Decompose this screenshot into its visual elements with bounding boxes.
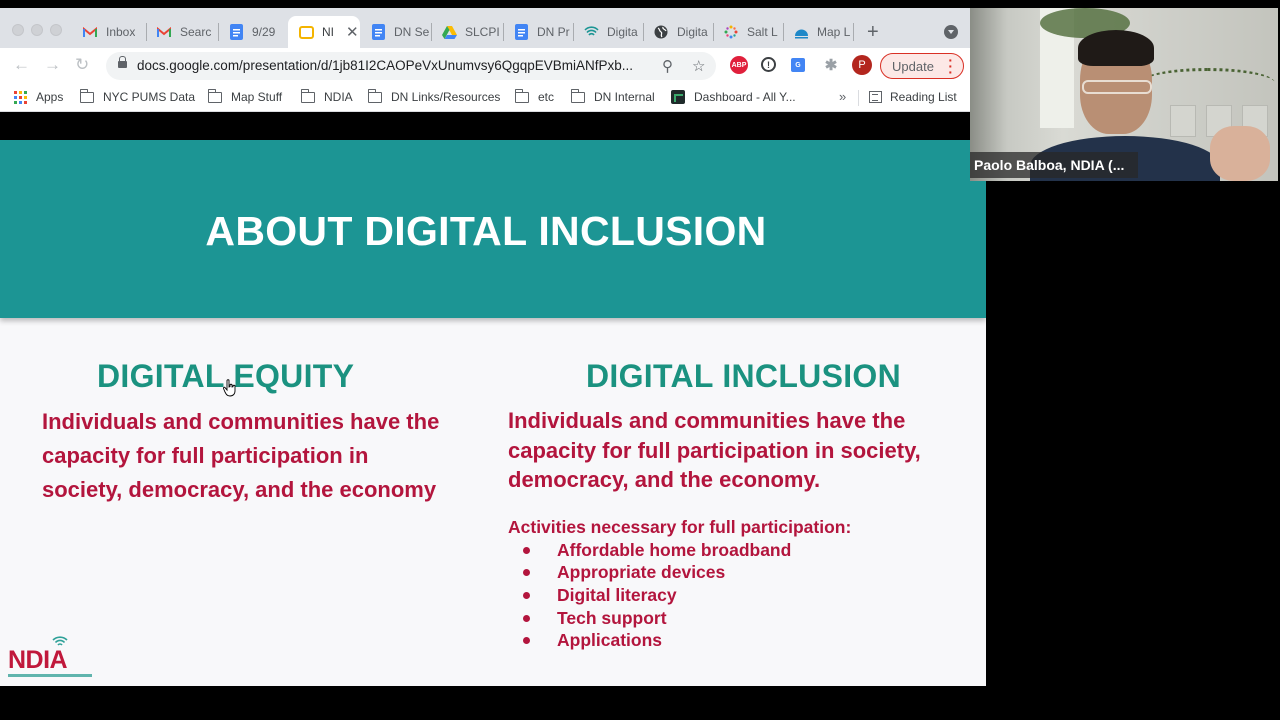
search-icon[interactable]: ⚲	[662, 57, 673, 75]
tab-9-29[interactable]: 9/29	[218, 16, 288, 48]
wifi-icon	[52, 636, 68, 646]
back-button[interactable]: ←	[13, 56, 30, 74]
logo-tagline	[8, 674, 92, 677]
google-docs-icon	[513, 24, 529, 40]
profile-avatar[interactable]: P	[852, 55, 872, 75]
bullet-icon	[523, 591, 530, 599]
activities-list: Affordable home broadband Appropriate de…	[521, 539, 791, 652]
video-picture-frame	[1170, 105, 1196, 137]
gmail-icon	[156, 24, 172, 40]
digital-inclusion-heading: DIGITAL INCLUSION	[586, 358, 902, 394]
bullet-icon	[523, 637, 530, 645]
video-person-glasses	[1082, 80, 1152, 94]
presentation-slide[interactable]: ABOUT DIGITAL INCLUSION DIGITAL EQUITY I…	[0, 140, 986, 686]
folder-icon	[515, 88, 529, 103]
digital-inclusion-definition: Individuals and communities have the cap…	[508, 408, 921, 492]
list-item: Appropriate devices	[521, 562, 791, 585]
tab-digita-1[interactable]: Digita	[573, 16, 643, 48]
tab-inbox[interactable]: Inbox	[72, 16, 146, 48]
hand-pointer-cursor-icon	[223, 379, 236, 397]
tab-digita-2[interactable]: Digita	[643, 16, 713, 48]
bookmarks-separator	[858, 90, 859, 106]
altru-icon	[793, 24, 809, 40]
minimize-window-button[interactable]	[31, 24, 43, 36]
tab-active-slides[interactable]: NI ✕	[288, 16, 360, 48]
reading-list-button[interactable]: Reading List	[869, 90, 957, 104]
video-person-hair	[1078, 30, 1154, 66]
extensions-puzzle-icon[interactable]: ✱	[822, 56, 840, 74]
bookmarks-bar: Apps NYC PUMS Data Map Stuff NDIA DN Lin…	[0, 84, 970, 112]
tab-map-l[interactable]: Map L	[783, 16, 853, 48]
tab-search[interactable]: Searc	[146, 16, 218, 48]
browser-window: Inbox Searc 9/29 NI ✕ DN Se SLCPI DN Pr …	[0, 8, 970, 112]
folder-icon	[301, 88, 315, 103]
bookmark-dn-links[interactable]: DN Links/Resources	[368, 88, 500, 104]
reading-list-icon	[869, 91, 882, 103]
google-translate-icon[interactable]: G	[791, 58, 805, 72]
dashboard-icon	[671, 90, 685, 104]
activities-heading: Activities necessary for full participat…	[508, 517, 852, 537]
bullet-icon	[523, 546, 530, 554]
forward-button[interactable]: →	[44, 56, 61, 74]
bookmark-dn-internal[interactable]: DN Internal	[571, 88, 655, 104]
bullet-icon	[523, 569, 530, 577]
slide-title: ABOUT DIGITAL INCLUSION	[205, 208, 767, 254]
more-menu-icon[interactable]: · · ·	[948, 53, 953, 79]
close-window-button[interactable]	[12, 24, 24, 36]
url-text[interactable]: docs.google.com/presentation/d/1jb81I2CA…	[137, 58, 633, 73]
bookmark-etc[interactable]: etc	[515, 88, 554, 104]
dots-icon	[723, 24, 739, 40]
tab-strip: Inbox Searc 9/29 NI ✕ DN Se SLCPI DN Pr …	[0, 8, 970, 48]
wifi-icon	[583, 24, 599, 40]
google-slides-icon	[298, 24, 314, 40]
address-bar[interactable]: docs.google.com/presentation/d/1jb81I2CA…	[106, 52, 716, 80]
digital-equity-definition: Individuals and communities have the cap…	[42, 409, 440, 502]
maximize-window-button[interactable]	[50, 24, 62, 36]
bookmark-dashboard[interactable]: Dashboard - All Y...	[671, 90, 796, 104]
google-docs-icon	[370, 24, 386, 40]
close-tab-icon[interactable]: ✕	[346, 23, 359, 41]
folder-icon	[368, 88, 382, 103]
gmail-icon	[82, 24, 98, 40]
tab-dn-pr[interactable]: DN Pr	[503, 16, 573, 48]
tab-slcpi[interactable]: SLCPI	[431, 16, 503, 48]
bookmark-star-icon[interactable]: ☆	[692, 57, 705, 75]
tab-salt-l[interactable]: Salt L	[713, 16, 783, 48]
bookmark-apps[interactable]: Apps	[14, 90, 63, 104]
list-item: Affordable home broadband	[521, 539, 791, 562]
tab-search-menu-icon[interactable]	[944, 25, 958, 39]
reload-button[interactable]: ↻	[75, 56, 89, 74]
video-person-hand	[1210, 126, 1270, 181]
google-docs-icon	[228, 24, 244, 40]
password-manager-icon[interactable]: !	[761, 57, 776, 72]
google-drive-icon	[441, 24, 457, 40]
screen: Inbox Searc 9/29 NI ✕ DN Se SLCPI DN Pr …	[0, 0, 1280, 720]
globe-icon	[653, 24, 669, 40]
list-item: Tech support	[521, 607, 791, 630]
update-button[interactable]: Update · · ·	[880, 53, 964, 79]
browser-toolbar: ← → ↻ docs.google.com/presentation/d/1jb…	[0, 48, 970, 84]
bookmark-nyc-pums-data[interactable]: NYC PUMS Data	[80, 88, 195, 104]
bookmark-map-stuff[interactable]: Map Stuff	[208, 88, 282, 104]
ndia-logo: NDIA	[8, 636, 92, 680]
folder-icon	[208, 88, 222, 103]
bookmark-ndia[interactable]: NDIA	[301, 88, 353, 104]
bookmarks-overflow-button[interactable]: »	[839, 89, 846, 104]
video-participant-tile[interactable]: Paolo Balboa, NDIA (...	[970, 8, 1278, 181]
folder-icon	[571, 88, 585, 103]
lock-icon	[118, 56, 127, 68]
list-item: Applications	[521, 629, 791, 652]
tab-dn-se[interactable]: DN Se	[360, 16, 432, 48]
participant-name-label: Paolo Balboa, NDIA (...	[970, 152, 1138, 178]
slide-header-band: ABOUT DIGITAL INCLUSION	[0, 140, 986, 318]
bullet-icon	[523, 614, 530, 622]
tab-separator	[853, 23, 854, 41]
folder-icon	[80, 88, 94, 103]
adblock-plus-icon[interactable]: ABP	[730, 56, 748, 74]
apps-grid-icon	[14, 90, 27, 104]
video-vine	[1140, 68, 1275, 98]
new-tab-button[interactable]: +	[867, 22, 879, 42]
list-item: Digital literacy	[521, 584, 791, 607]
